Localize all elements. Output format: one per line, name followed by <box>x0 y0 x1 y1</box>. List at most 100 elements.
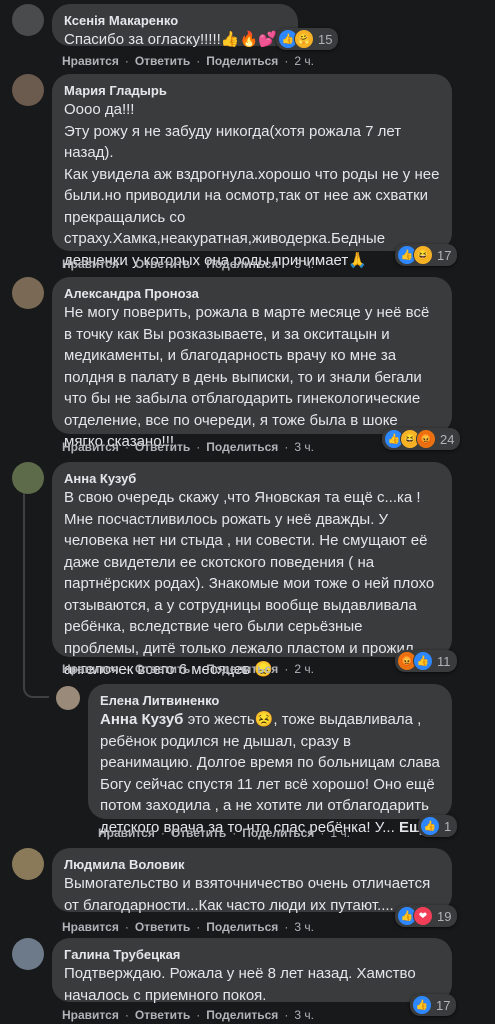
comment-actions: Нравится · Ответить · Поделиться · 1 ч. <box>98 826 350 840</box>
reply-link[interactable]: Ответить <box>135 920 190 934</box>
comment-author[interactable]: Ксенія Макаренко <box>64 12 286 29</box>
avatar[interactable] <box>12 848 44 880</box>
separator: · <box>320 826 325 840</box>
separator: · <box>124 257 129 271</box>
comment-author[interactable]: Галина Трубецкая <box>64 946 440 963</box>
reply-text: это жесть😣, тоже выдавливала , ребёнок р… <box>100 711 445 836</box>
like-link[interactable]: Нравится <box>62 440 119 454</box>
reaction-summary[interactable]: 👍 🤗 15 <box>276 28 339 50</box>
separator: · <box>196 1008 201 1022</box>
love-icon: ❤ <box>413 906 433 926</box>
avatar[interactable] <box>56 686 80 710</box>
reaction-count: 1 <box>444 818 452 834</box>
comment-actions: Нравится · Ответить · Поделиться · 2 ч. <box>62 662 314 676</box>
timestamp[interactable]: 2 ч. <box>294 662 314 676</box>
care-icon: 🤗 <box>294 29 314 49</box>
comment-text: Вымогательство и взяточничество очень от… <box>64 875 435 914</box>
share-link[interactable]: Поделиться <box>206 662 278 676</box>
comment-text: Спасибо за огласку!!!!!👍🔥💕 <box>64 31 277 48</box>
separator: · <box>196 257 201 271</box>
share-link[interactable]: Поделиться <box>242 826 314 840</box>
like-link[interactable]: Нравится <box>62 1008 119 1022</box>
reply-link[interactable]: Ответить <box>135 54 190 68</box>
reaction-summary[interactable]: 👍 😆 😡 24 <box>382 428 461 450</box>
comment-author[interactable]: Людмила Воловик <box>64 856 440 873</box>
avatar[interactable] <box>12 462 44 494</box>
separator: · <box>124 1008 129 1022</box>
like-link[interactable]: Нравится <box>62 257 119 271</box>
like-link[interactable]: Нравится <box>62 54 119 68</box>
reply-link[interactable]: Ответить <box>135 1008 190 1022</box>
like-icon: 👍 <box>413 651 433 671</box>
comment-text: В свою очередь скажу ,что Яновская та ещ… <box>64 489 439 678</box>
like-link[interactable]: Нравится <box>62 662 119 676</box>
timestamp[interactable]: 3 ч. <box>294 257 314 271</box>
comment-author[interactable]: Александра Проноза <box>64 285 440 302</box>
avatar[interactable] <box>12 277 44 309</box>
separator: · <box>124 54 129 68</box>
share-link[interactable]: Поделиться <box>206 440 278 454</box>
separator: · <box>196 440 201 454</box>
reaction-summary[interactable]: 😡 👍 11 <box>395 650 457 672</box>
comment-text: Анна Кузуб это жесть😣, тоже выдавливала … <box>100 709 440 838</box>
share-link[interactable]: Поделиться <box>206 54 278 68</box>
comment-bubble: Галина Трубецкая Подтверждаю. Рожала у н… <box>52 938 452 1004</box>
comment-author[interactable]: Мария Гладырь <box>64 82 440 99</box>
separator: · <box>284 257 289 271</box>
timestamp[interactable]: 2 ч. <box>294 54 314 68</box>
reaction-count: 24 <box>440 431 455 447</box>
comment-text: Не могу поверить, рожала в марте месяце … <box>64 304 434 450</box>
share-link[interactable]: Поделиться <box>206 920 278 934</box>
comment-author[interactable]: Анна Кузуб <box>64 470 440 487</box>
reaction-count: 11 <box>437 653 451 669</box>
reaction-count: 15 <box>318 31 333 47</box>
timestamp[interactable]: 3 ч. <box>294 1008 314 1022</box>
separator: · <box>284 54 289 68</box>
avatar[interactable] <box>12 4 44 36</box>
comment-actions: Нравится · Ответить · Поделиться · 3 ч. <box>62 920 314 934</box>
comment-actions: Нравится · Ответить · Поделиться · 3 ч. <box>62 440 314 454</box>
avatar[interactable] <box>12 74 44 106</box>
comment-text: Подтверждаю. Рожала у неё 8 лет назад. Х… <box>64 965 420 1004</box>
share-link[interactable]: Поделиться <box>206 257 278 271</box>
reaction-summary[interactable]: 👍 1 <box>418 815 458 837</box>
separator: · <box>284 1008 289 1022</box>
separator: · <box>284 440 289 454</box>
thread-connector <box>23 680 49 698</box>
comment-author[interactable]: Елена Литвиненко <box>100 692 440 709</box>
comment-bubble: Людмила Воловик Вымогательство и взяточн… <box>52 848 452 914</box>
reply-link[interactable]: Ответить <box>135 662 190 676</box>
like-link[interactable]: Нравится <box>98 826 155 840</box>
reply-bubble: Елена Литвиненко Анна Кузуб это жесть😣, … <box>88 684 452 836</box>
separator: · <box>284 920 289 934</box>
separator: · <box>196 920 201 934</box>
timestamp[interactable]: 3 ч. <box>294 440 314 454</box>
mention-link[interactable]: Анна Кузуб <box>100 711 183 728</box>
reaction-count: 17 <box>437 247 452 263</box>
angry-icon: 😡 <box>416 429 436 449</box>
comment-bubble: Ксенія Макаренко Спасибо за огласку!!!!!… <box>52 4 298 48</box>
reply-link[interactable]: Ответить <box>171 826 226 840</box>
separator: · <box>284 662 289 676</box>
reaction-summary[interactable]: 👍 17 <box>410 994 457 1016</box>
comment-actions: Нравится · Ответить · Поделиться · 2 ч. <box>62 54 314 68</box>
reaction-summary[interactable]: 👍 ❤ 19 <box>395 905 458 927</box>
separator: · <box>124 920 129 934</box>
like-icon: 👍 <box>412 995 432 1015</box>
separator: · <box>160 826 165 840</box>
like-link[interactable]: Нравится <box>62 920 119 934</box>
reply-link[interactable]: Ответить <box>135 257 190 271</box>
separator: · <box>196 54 201 68</box>
reply-link[interactable]: Ответить <box>135 440 190 454</box>
timestamp[interactable]: 3 ч. <box>294 920 314 934</box>
share-link[interactable]: Поделиться <box>206 1008 278 1022</box>
comment-actions: Нравится · Ответить · Поделиться · 3 ч. <box>62 1008 314 1022</box>
haha-icon: 😆 <box>413 245 433 265</box>
comment-bubble: Александра Проноза Не могу поверить, рож… <box>52 277 452 450</box>
comment-actions: Нравится · Ответить · Поделиться · 3 ч. <box>62 257 314 271</box>
comment-bubble: Анна Кузуб В свою очередь скажу ,что Яно… <box>52 462 452 678</box>
comment-bubble: Мария Гладырь Оооо да!!! Эту рожу я не з… <box>52 74 452 269</box>
reaction-summary[interactable]: 👍 😆 17 <box>395 244 458 266</box>
timestamp[interactable]: 1 ч. <box>330 826 350 840</box>
avatar[interactable] <box>12 938 44 970</box>
